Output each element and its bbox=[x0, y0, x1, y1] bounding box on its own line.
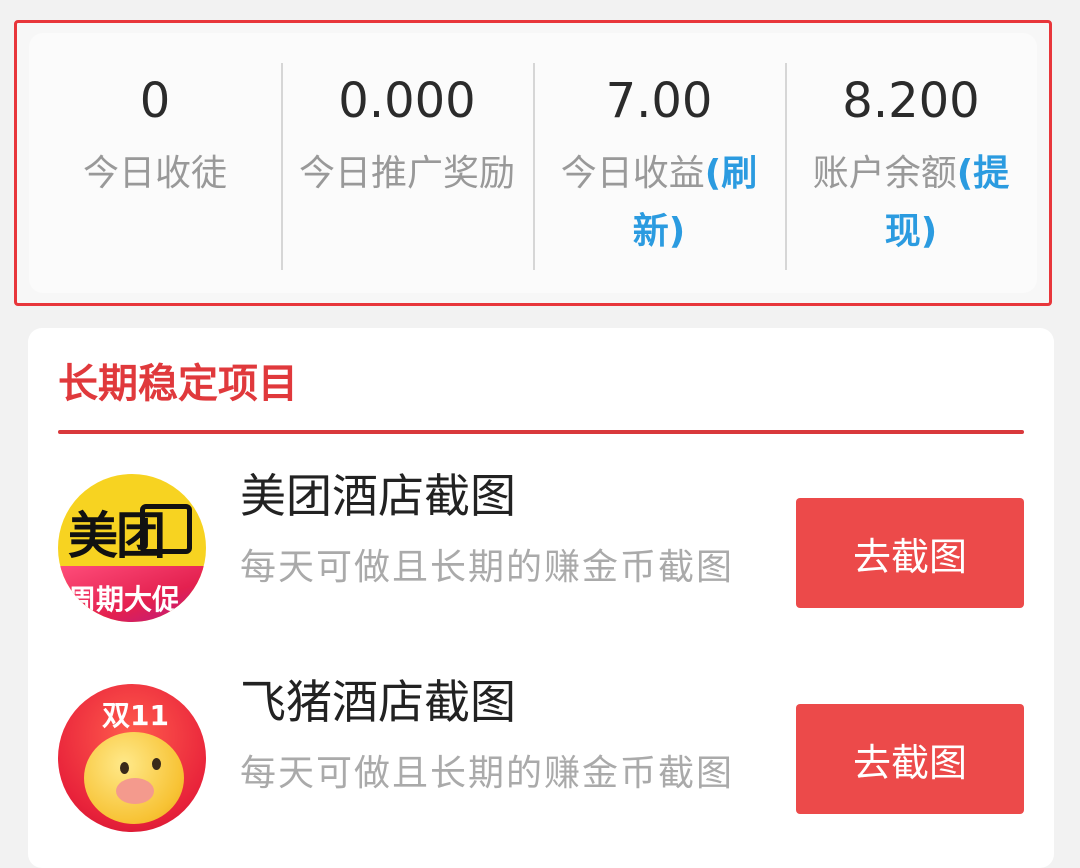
meituan-logo-icon: 美团 周期大促 bbox=[58, 474, 206, 622]
stat-label: 今日收徒 bbox=[82, 153, 227, 194]
go-screenshot-button[interactable]: 去截图 bbox=[796, 704, 1024, 814]
stat-today-earnings: 7.00 今日收益(刷新) bbox=[533, 33, 785, 293]
stats-row: 0 今日收徒 0.000 今日推广奖励 7.00 今日收益(刷新) 8.200 … bbox=[29, 33, 1037, 293]
stat-account-balance: 8.200 账户余额(提现) bbox=[785, 33, 1037, 293]
stats-card: 0 今日收徒 0.000 今日推广奖励 7.00 今日收益(刷新) 8.200 … bbox=[14, 20, 1052, 306]
go-screenshot-button[interactable]: 去截图 bbox=[796, 498, 1024, 608]
stat-label: 账户余额(提现) bbox=[812, 153, 1010, 252]
list-item-meituan: 美团 周期大促 美团酒店截图 每天可做且长期的赚金币截图 去截图 bbox=[28, 466, 1054, 656]
section-title: 长期稳定项目 bbox=[58, 361, 298, 407]
stat-label: 今日推广奖励 bbox=[298, 153, 515, 194]
stat-today-disciples: 0 今日收徒 bbox=[29, 33, 281, 293]
list-item-feizhu: 双11 飞猪酒店截图 每天可做且长期的赚金币截图 去截图 bbox=[28, 672, 1054, 862]
meituan-promo-text: 周期大促 bbox=[68, 583, 181, 616]
project-list-card: 长期稳定项目 美团 周期大促 美团酒店截图 每天可做且长期的赚金币截图 去截图 … bbox=[28, 328, 1054, 868]
stat-label: 今日收益(刷新) bbox=[560, 153, 758, 252]
meituan-logo-text: 美团 bbox=[68, 507, 166, 565]
stat-value: 8.200 bbox=[842, 73, 980, 129]
item-title: 美团酒店截图 bbox=[240, 469, 516, 523]
section-divider bbox=[58, 430, 1024, 434]
stat-today-promo-reward: 0.000 今日推广奖励 bbox=[281, 33, 533, 293]
item-description: 每天可做且长期的赚金币截图 bbox=[240, 547, 735, 588]
item-title: 飞猪酒店截图 bbox=[240, 675, 516, 729]
stat-value: 7.00 bbox=[605, 73, 713, 129]
stat-value: 0.000 bbox=[338, 73, 476, 129]
feizhu-tag-text: 双11 bbox=[102, 699, 169, 732]
feizhu-pig-logo-icon: 双11 bbox=[58, 684, 206, 832]
stat-value: 0 bbox=[139, 73, 171, 129]
item-description: 每天可做且长期的赚金币截图 bbox=[240, 753, 735, 794]
